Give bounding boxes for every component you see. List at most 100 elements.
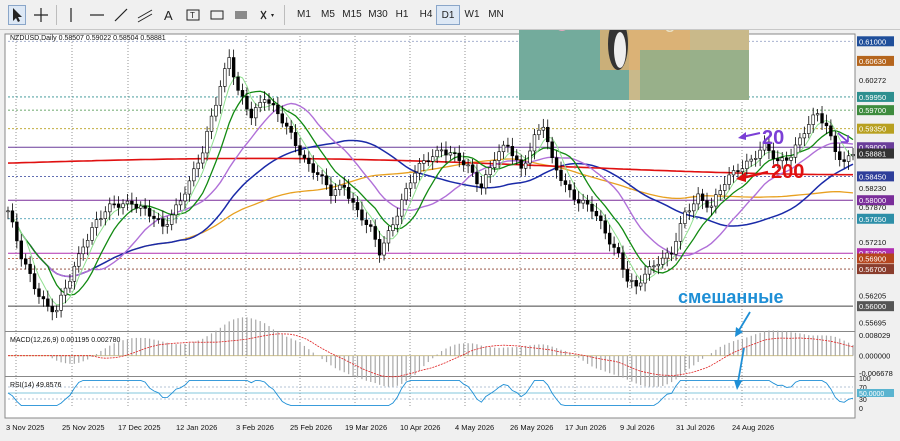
candle-body (307, 157, 311, 164)
currency-photo: 5 (519, 2, 749, 100)
candle-body (802, 133, 807, 139)
candle-body (108, 203, 112, 213)
candle-body (692, 203, 696, 212)
timeframe-h4[interactable]: H4 (414, 5, 438, 25)
candle-body (386, 230, 391, 244)
price-tick-label: 0.58881 (859, 150, 886, 159)
macd-tick-label: 0.000000 (859, 352, 890, 361)
candle-body (23, 258, 28, 265)
candle-body (457, 152, 461, 161)
date-tick-label: 9 Jul 2026 (620, 423, 655, 432)
candle-body (669, 252, 674, 255)
candle-body (245, 95, 249, 110)
timeframe-m5[interactable]: M5 (316, 5, 340, 25)
rsi-tick-label: 100 (859, 376, 871, 383)
date-tick-label: 25 Nov 2025 (62, 423, 105, 432)
candle-body (431, 156, 435, 162)
channel-icon[interactable] (136, 5, 154, 25)
rsi-tick-label: 0 (859, 406, 863, 413)
candle-body (625, 269, 630, 282)
timeframe-m1[interactable]: M1 (292, 5, 316, 25)
candle-body (581, 200, 585, 204)
candle-body (687, 210, 692, 213)
vertical-line-icon[interactable] (62, 5, 80, 25)
candle-body (798, 137, 802, 146)
candle-body (824, 122, 829, 127)
candle-body (638, 282, 643, 287)
trendline-icon[interactable] (112, 5, 130, 25)
text-icon[interactable]: A (160, 5, 178, 25)
candle-body (731, 170, 736, 176)
label-icon[interactable]: T (184, 5, 202, 25)
date-tick-label: 12 Jan 2026 (176, 423, 217, 432)
candle-body (563, 180, 568, 185)
price-tick-label: 0.61000 (859, 37, 886, 46)
price-tick-label: 0.57870 (859, 203, 886, 212)
candle-body (753, 158, 758, 160)
candle-body (178, 200, 183, 206)
candle-body (152, 215, 156, 219)
rectangle-icon[interactable] (208, 5, 226, 25)
candle-body (820, 113, 824, 124)
timeframe-mn[interactable]: MN (484, 5, 508, 25)
candle-body (369, 224, 373, 227)
candle-body (408, 182, 413, 189)
candle-body (103, 211, 108, 219)
shapes-icon[interactable] (256, 5, 278, 25)
candle-body (196, 162, 200, 170)
candle-body (293, 132, 298, 146)
candle-body (484, 174, 488, 189)
crosshair-icon[interactable] (32, 5, 50, 25)
candle-body (15, 221, 19, 242)
date-tick-label: 4 May 2026 (455, 423, 494, 432)
candle-body (616, 247, 621, 254)
candle-body (391, 224, 395, 231)
candle-body (342, 184, 346, 188)
candle-body (506, 144, 510, 147)
candle-body (488, 167, 492, 176)
horizontal-line-icon[interactable] (88, 5, 106, 25)
svg-text:T: T (190, 11, 195, 20)
candle-body (700, 193, 705, 201)
candle-body (807, 124, 811, 134)
candle-body (346, 187, 351, 199)
candle-body (351, 198, 355, 203)
candle-body (333, 189, 338, 196)
candle-body (647, 266, 652, 275)
candle-body (515, 155, 519, 161)
candle-body (851, 154, 855, 157)
date-tick-label: 3 Feb 2026 (236, 423, 274, 432)
date-tick-label: 25 Feb 2026 (290, 423, 332, 432)
timeframe-w1[interactable]: W1 (460, 5, 484, 25)
timeframe-h1[interactable]: H1 (390, 5, 414, 25)
timeframe-m30[interactable]: M30 (366, 5, 390, 25)
candle-body (10, 210, 15, 223)
candle-body (585, 200, 590, 205)
candle-body (41, 296, 46, 300)
candle-body (63, 287, 68, 296)
candle-body (90, 227, 94, 241)
candle-body (652, 265, 656, 268)
candle-body (612, 243, 616, 248)
timeframe-m15[interactable]: M15 (340, 5, 364, 25)
timeframe-d1[interactable]: D1 (436, 5, 460, 25)
candle-body (590, 203, 594, 212)
candle-body (475, 172, 479, 185)
cursor-icon[interactable] (8, 5, 26, 25)
candle-body (338, 184, 342, 190)
candle-body (139, 205, 143, 209)
candle-body (81, 246, 85, 255)
candle-body (298, 145, 302, 156)
candle-body (231, 57, 236, 78)
candle-body (302, 154, 307, 159)
price-tick-label: 0.59950 (859, 93, 886, 102)
candle-body (550, 141, 554, 159)
gray-box-icon[interactable] (232, 5, 250, 25)
candle-body (607, 232, 612, 245)
date-tick-label: 24 Aug 2026 (732, 423, 774, 432)
candle-body (568, 184, 572, 191)
candle-body (395, 215, 400, 226)
candle-body (528, 150, 532, 164)
candle-body (382, 242, 386, 256)
candle-body (94, 219, 99, 228)
